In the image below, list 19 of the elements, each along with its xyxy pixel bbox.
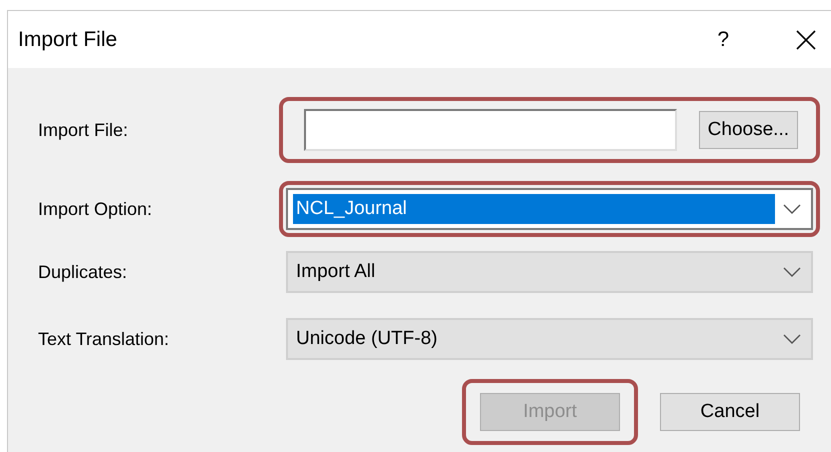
field-label: Import Option: xyxy=(38,198,154,220)
dropdown[interactable]: Import All xyxy=(286,251,813,293)
chevron-down-icon xyxy=(783,334,801,344)
close-icon[interactable] xyxy=(795,28,817,50)
chevron-down-icon xyxy=(783,204,801,214)
dropdown-value: NCL_Journal xyxy=(293,194,775,224)
dropdown-value: Unicode (UTF-8) xyxy=(295,327,438,351)
file-path-field[interactable] xyxy=(304,109,677,151)
help-button[interactable]: ? xyxy=(717,28,729,52)
dropdown[interactable]: NCL_Journal xyxy=(286,188,813,230)
field-label: Duplicates: xyxy=(38,262,128,282)
field-label: Import File: xyxy=(38,120,130,140)
chevron-down-icon xyxy=(783,267,801,277)
dropdown[interactable]: Unicode (UTF-8) xyxy=(286,318,813,360)
field-label: Text Translation: xyxy=(38,328,170,350)
cancel-button[interactable]: Cancel xyxy=(660,393,800,431)
choose-button[interactable]: Choose... xyxy=(698,111,798,149)
window-title: Import File xyxy=(18,28,118,52)
dropdown-value: Import All xyxy=(295,260,376,284)
